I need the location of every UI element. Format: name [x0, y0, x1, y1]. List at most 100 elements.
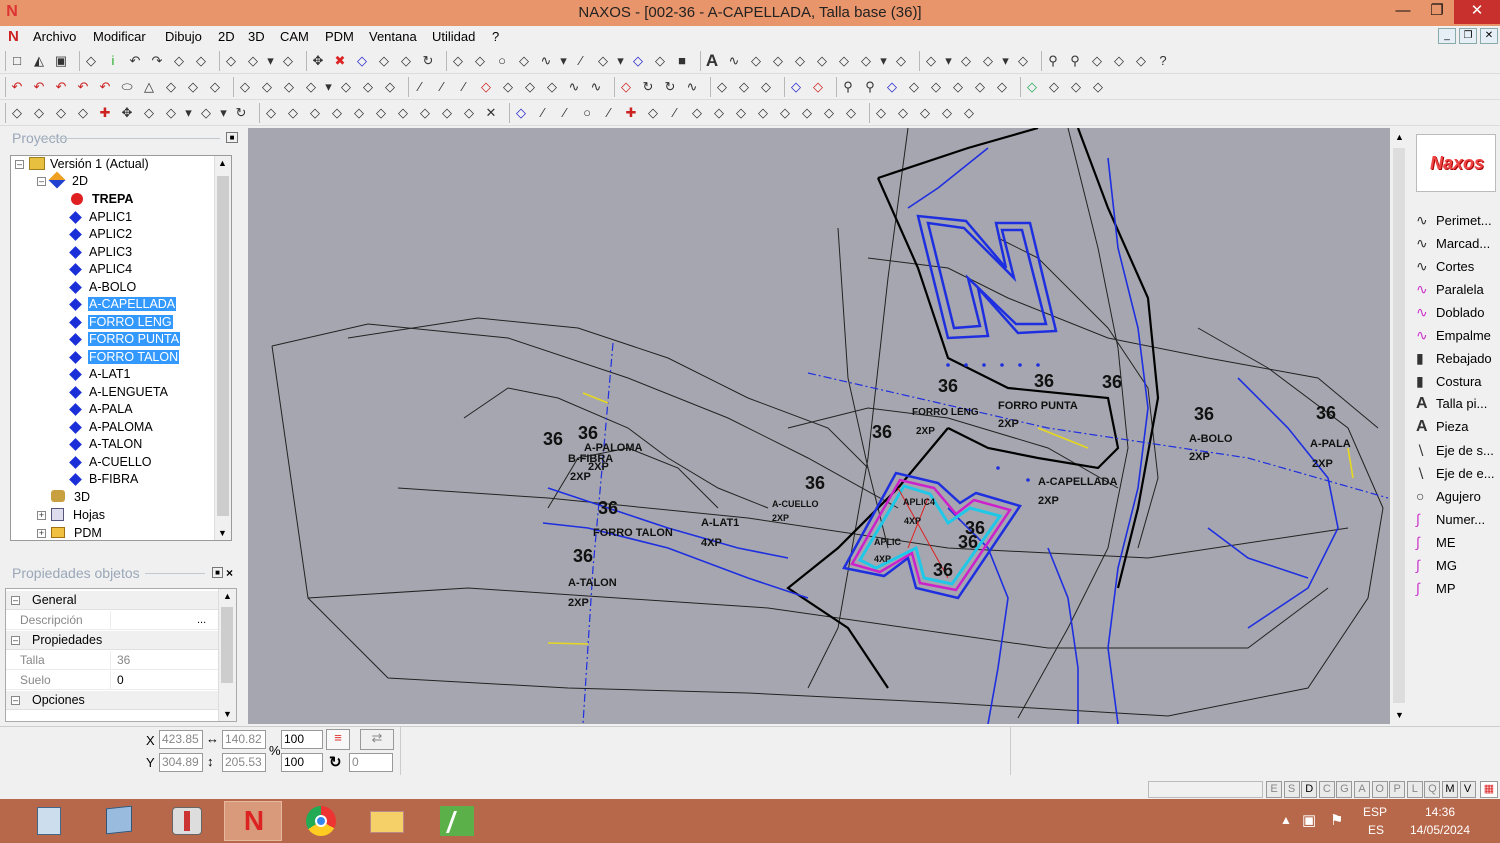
- x-coordinate-field[interactable]: 423.85: [159, 730, 203, 749]
- pin-icon[interactable]: ■: [212, 567, 223, 578]
- measure-icon[interactable]: ◇: [979, 52, 997, 70]
- shape-icon[interactable]: ◇: [993, 78, 1011, 96]
- dashed-icon[interactable]: ◇: [499, 78, 517, 96]
- menu-2d[interactable]: 2D: [218, 29, 235, 44]
- new-file-icon[interactable]: □: [8, 52, 26, 70]
- menu-pdm[interactable]: PDM: [325, 29, 354, 44]
- cross-icon[interactable]: ✚: [622, 104, 640, 122]
- layers-icon[interactable]: ◇: [222, 52, 240, 70]
- box-icon[interactable]: ◇: [842, 104, 860, 122]
- split-icon[interactable]: ◇: [350, 104, 368, 122]
- paste-icon[interactable]: ◇: [258, 78, 276, 96]
- drawing-canvas[interactable]: 36 36 36 36 36 36 36 36 36 36 36 36 36 3…: [248, 128, 1390, 724]
- snap-button-m[interactable]: M: [1442, 781, 1458, 798]
- copy-icon[interactable]: ◇: [192, 52, 210, 70]
- distribute-icon[interactable]: ◇: [359, 78, 377, 96]
- tool-costura[interactable]: ▮ Costura: [1416, 371, 1482, 391]
- file-explorer-icon[interactable]: [358, 801, 416, 841]
- scale-x-field[interactable]: 100: [281, 730, 323, 749]
- corner-icon[interactable]: ◇: [30, 104, 48, 122]
- line-icon[interactable]: ∕: [556, 104, 574, 122]
- canvas-scrollbar[interactable]: ▲ ▼: [1391, 128, 1408, 724]
- collapse-icon[interactable]: –: [15, 160, 24, 169]
- close-panel-icon[interactable]: ×: [226, 566, 233, 580]
- pen-icon[interactable]: ◇: [1067, 78, 1085, 96]
- arc-tool-icon[interactable]: ↶: [74, 78, 92, 96]
- tree-piece[interactable]: TREPA: [71, 191, 134, 208]
- save-icon[interactable]: ▣: [52, 52, 70, 70]
- refresh-icon[interactable]: ↻: [232, 104, 250, 122]
- table-icon[interactable]: ◇: [206, 78, 224, 96]
- line-icon[interactable]: ∕: [572, 52, 590, 70]
- zoom-icon[interactable]: ⚲: [1044, 52, 1062, 70]
- properties-scrollbar[interactable]: ▲ ▼: [218, 589, 236, 721]
- pattern-icon[interactable]: ◇: [927, 78, 945, 96]
- tree-version[interactable]: Versión 1 (Actual): [29, 156, 150, 173]
- section-general[interactable]: – General: [6, 591, 219, 610]
- tool-eje-de-s[interactable]: ∖ Eje de s...: [1416, 440, 1494, 460]
- cut-icon[interactable]: ◇: [747, 52, 765, 70]
- mdi-minimize-button[interactable]: _: [1438, 28, 1456, 44]
- scroll-up-icon[interactable]: ▲: [218, 158, 227, 168]
- teams-icon[interactable]: [158, 801, 216, 841]
- tree-piece[interactable]: APLIC4: [69, 261, 133, 278]
- rotate-icon[interactable]: ↻: [639, 78, 657, 96]
- dropdown-icon[interactable]: ▾: [879, 52, 888, 70]
- tool-paralela[interactable]: ∿ Paralela: [1416, 279, 1484, 299]
- scroll-down-icon[interactable]: ▼: [1395, 710, 1404, 720]
- line-icon[interactable]: ∕: [600, 104, 618, 122]
- eraser-icon[interactable]: ◇: [279, 52, 297, 70]
- layers-icon[interactable]: ◇: [1045, 78, 1063, 96]
- section-opciones[interactable]: – Opciones: [6, 691, 219, 710]
- grading-icon[interactable]: ◇: [905, 78, 923, 96]
- collapse-icon[interactable]: –: [37, 177, 46, 186]
- tree-piece[interactable]: FORRO LENG: [69, 314, 173, 331]
- line-icon[interactable]: ∕: [411, 78, 429, 96]
- point-icon[interactable]: ◇: [515, 52, 533, 70]
- paint-icon[interactable]: ◇: [244, 52, 262, 70]
- node-icon[interactable]: ◇: [353, 52, 371, 70]
- chrome-icon[interactable]: [292, 801, 350, 841]
- circle-icon[interactable]: ○: [493, 52, 511, 70]
- tool-perimet[interactable]: ∿ Perimet...: [1416, 210, 1492, 230]
- snap-button-e[interactable]: E: [1266, 781, 1282, 798]
- tool-eje-de-e[interactable]: ∖ Eje de e...: [1416, 463, 1495, 483]
- naxos-taskbar-icon[interactable]: N: [224, 801, 282, 841]
- dropdown-icon[interactable]: ▾: [1001, 52, 1010, 70]
- tree-piece[interactable]: A-TALON: [69, 436, 143, 453]
- text-icon[interactable]: A: [703, 52, 721, 70]
- tree-3d[interactable]: 3D: [51, 489, 91, 506]
- snap-button-c[interactable]: C: [1318, 781, 1335, 798]
- dropdown-icon[interactable]: ▾: [944, 52, 953, 70]
- dropdown-icon[interactable]: ▾: [266, 52, 275, 70]
- ruler-icon[interactable]: ◇: [1014, 52, 1032, 70]
- array-icon[interactable]: ◇: [302, 78, 320, 96]
- mdi-restore-button[interactable]: ❐: [1459, 28, 1477, 44]
- open-folder-icon[interactable]: ◭: [30, 52, 48, 70]
- join-icon[interactable]: ◇: [651, 52, 669, 70]
- export-icon[interactable]: ◇: [922, 52, 940, 70]
- zoom-out-icon[interactable]: ⚲: [1066, 52, 1084, 70]
- split-icon[interactable]: ◇: [438, 104, 456, 122]
- scroll-up-icon[interactable]: ▲: [223, 591, 232, 601]
- zoom-fit-icon[interactable]: ◇: [1088, 52, 1106, 70]
- snap-button-v[interactable]: V: [1459, 781, 1476, 798]
- mirror-icon[interactable]: ◇: [262, 104, 280, 122]
- collapse-icon[interactable]: –: [11, 636, 20, 645]
- tree-piece[interactable]: A-LENGUETA: [69, 384, 169, 401]
- mirror-icon[interactable]: ◇: [284, 104, 302, 122]
- dropdown-icon[interactable]: ▾: [184, 104, 193, 122]
- tool-cortes[interactable]: ∿ Cortes: [1416, 256, 1474, 276]
- tree-piece[interactable]: A-BOLO: [69, 279, 137, 296]
- flag-icon[interactable]: ⚑: [1330, 811, 1343, 829]
- gear-icon[interactable]: ◇: [644, 104, 662, 122]
- tool-talla-pi[interactable]: A Talla pi...: [1416, 394, 1487, 414]
- delete-icon[interactable]: ✖: [331, 52, 349, 70]
- tree-piece[interactable]: A-PALOMA: [69, 419, 154, 436]
- bezier-icon[interactable]: ◇: [769, 52, 787, 70]
- points-icon[interactable]: ◇: [184, 78, 202, 96]
- align-icon[interactable]: ◇: [162, 104, 180, 122]
- polyline-icon[interactable]: ◇: [449, 52, 467, 70]
- collapse-icon[interactable]: –: [11, 596, 20, 605]
- dimension-icon[interactable]: ◇: [894, 104, 912, 122]
